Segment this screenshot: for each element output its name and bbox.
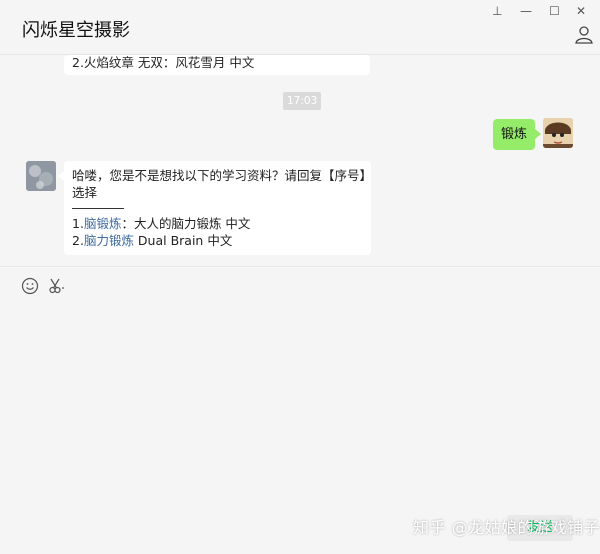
my-avatar[interactable] xyxy=(543,118,573,148)
screenshot-scissors-icon[interactable] xyxy=(48,277,66,295)
message-bubble[interactable]: 2.火焰纹章 无双：风花雪月 中文 xyxy=(64,55,370,75)
input-area[interactable] xyxy=(0,266,600,554)
option-link-1[interactable]: 脑锻炼 xyxy=(84,216,122,231)
pin-icon[interactable]: ⊥ xyxy=(492,5,502,17)
option-item-2: 2.脑力锻炼 Dual Brain 中文 xyxy=(72,233,233,248)
option-link-2[interactable]: 脑力锻炼 xyxy=(84,233,134,248)
chat-info-icon[interactable] xyxy=(574,24,594,44)
option-item-1: 1.脑锻炼：大人的脑力锻炼 中文 xyxy=(72,216,251,231)
message-line: 哈喽，您是不是想找以下的学习资料？请回复【序号】 xyxy=(72,168,373,183)
maximize-button[interactable]: ☐ xyxy=(549,5,560,17)
divider xyxy=(72,208,124,209)
message-bubble[interactable]: 哈喽，您是不是想找以下的学习资料？请回复【序号】 选择 1.脑锻炼：大人的脑力锻… xyxy=(58,161,373,255)
contact-avatar[interactable] xyxy=(26,161,56,191)
close-button[interactable]: ✕ xyxy=(576,5,586,17)
sent-message-bubble[interactable]: 锻炼 xyxy=(493,119,541,150)
message-line: 选择 xyxy=(72,185,98,200)
timestamp: 17:03 xyxy=(283,92,322,110)
watermark: 知乎 @龙姑娘的游戏铺子 xyxy=(413,518,600,537)
title-bar: 闪烁星空摄影 ⊥ — ☐ ✕ xyxy=(0,0,600,55)
message-list[interactable]: 2.火焰纹章 无双：风花雪月 中文 17:03 锻炼 哈喽，您是不是想找以下的学… xyxy=(0,55,600,266)
message-text: 2.火焰纹章 无双：风花雪月 中文 xyxy=(72,55,255,70)
chat-title: 闪烁星空摄影 xyxy=(22,20,130,41)
minimize-button[interactable]: — xyxy=(520,5,532,17)
emoji-icon[interactable] xyxy=(21,277,39,295)
